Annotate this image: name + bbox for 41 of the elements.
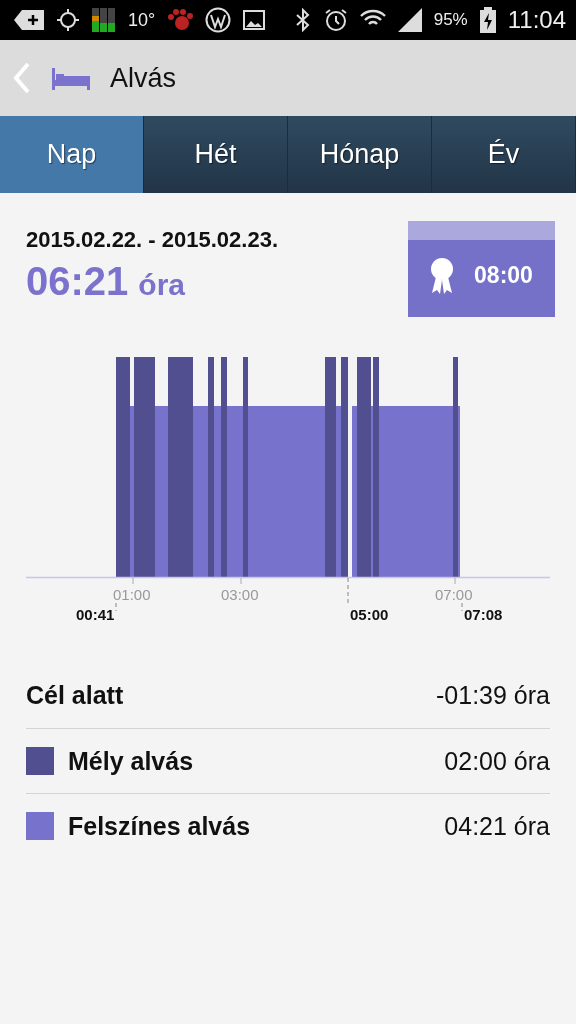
period-tab[interactable]: Hét: [144, 116, 288, 193]
bed-icon: [52, 66, 90, 90]
screen-title: Alvás: [110, 62, 177, 94]
battery-percent: 95%: [433, 10, 468, 30]
period-tab[interactable]: Hónap: [288, 116, 432, 193]
tick-mark: [454, 577, 456, 585]
clock-time: 11:04: [507, 6, 566, 34]
tick-mark: [240, 577, 242, 585]
marker-line: [461, 602, 463, 612]
row-label: Felszínes alvás: [68, 811, 252, 841]
back-icon[interactable]: [12, 62, 32, 94]
period-tab[interactable]: Nap: [0, 116, 144, 193]
battery-icon: [479, 7, 496, 33]
axis-label: 07:00: [435, 586, 473, 603]
axis-label: 03:00: [221, 586, 259, 603]
equalizer-icon: [92, 8, 116, 32]
tick-mark: [132, 577, 134, 585]
marker-line: [347, 577, 349, 606]
row-label: Cél alatt: [26, 681, 125, 710]
time-marker: 05:00: [350, 606, 389, 623]
award-icon: [430, 256, 455, 295]
time-marker: 00:41: [76, 606, 115, 623]
temperature-text: 10°: [128, 9, 156, 31]
image-icon: [243, 10, 266, 30]
axis-label: 01:00: [113, 586, 151, 603]
goal-time: 08:00: [474, 262, 533, 289]
alarm-icon: [323, 8, 348, 32]
paw-icon: [167, 9, 194, 31]
row-value: 02:00 óra: [444, 746, 550, 776]
period-tab[interactable]: Év: [432, 116, 576, 193]
row-value: -01:39 óra: [436, 681, 550, 710]
marker-line: [115, 602, 117, 612]
sleep-unit: óra: [138, 268, 185, 302]
add-icon: [14, 10, 44, 30]
signal-icon: [397, 8, 422, 32]
row-value: 04:21 óra: [444, 811, 550, 841]
sleep-total: 06:21: [26, 259, 129, 304]
time-marker: 07:08: [464, 606, 503, 623]
date-range: 2015.02.22. - 2015.02.23.: [26, 227, 278, 253]
row-label: Mély alvás: [68, 746, 195, 776]
crosshair-icon: [56, 8, 80, 32]
